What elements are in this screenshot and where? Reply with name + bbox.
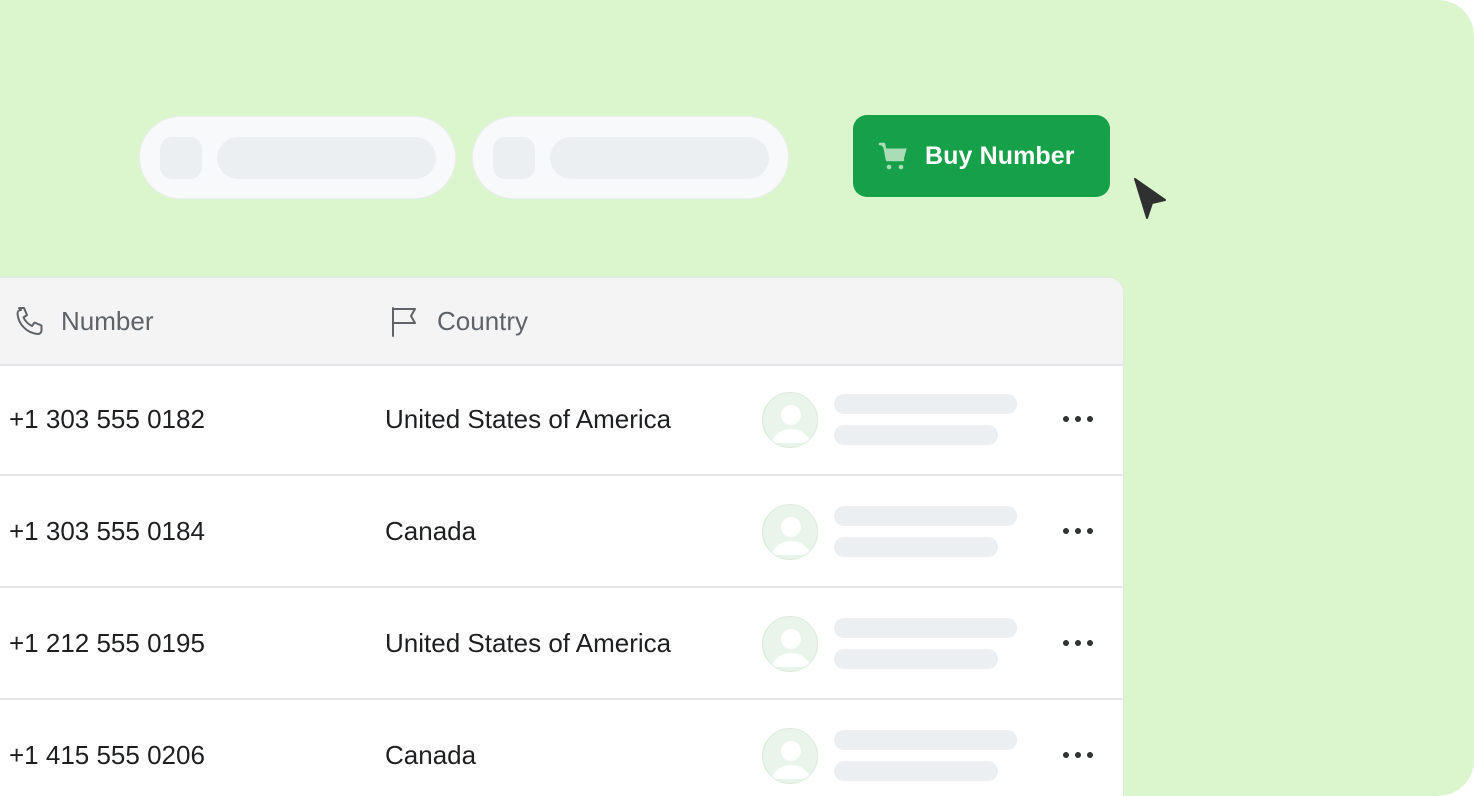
column-label: Number (61, 305, 154, 336)
assignee-name-placeholder (834, 506, 1017, 526)
table-row[interactable]: +1 303 555 0184 Canada (0, 476, 1123, 588)
filter-icon-placeholder (493, 137, 535, 179)
buy-number-label: Buy Number (925, 141, 1075, 170)
phone-number: +1 303 555 0182 (9, 403, 205, 434)
country: Canada (385, 739, 477, 770)
green-panel: Buy Number Number Country +1 303 555 018… (0, 0, 1474, 796)
filter-placeholder-1[interactable] (139, 116, 456, 199)
phone-number: +1 303 555 0184 (9, 515, 205, 546)
mouse-pointer-icon (1134, 178, 1166, 219)
filter-icon-placeholder (160, 137, 202, 179)
column-header-number[interactable]: Number (11, 278, 153, 364)
table-row[interactable]: +1 212 555 0195 United States of America (0, 588, 1123, 700)
avatar (762, 616, 818, 672)
assignee-name-placeholder (834, 730, 1017, 750)
table-row[interactable]: +1 415 555 0206 Canada (0, 700, 1123, 796)
avatar (762, 728, 818, 784)
assignee-detail-placeholder (834, 649, 998, 669)
user-icon (771, 517, 811, 555)
phone-icon (16, 307, 43, 335)
flag-icon (392, 307, 416, 337)
table-header: Number Country (0, 278, 1123, 366)
phone-number: +1 212 555 0195 (9, 627, 205, 658)
filter-placeholder-2[interactable] (472, 116, 789, 199)
more-options-icon[interactable] (1059, 516, 1097, 546)
avatar (762, 504, 818, 560)
buy-number-button[interactable]: Buy Number (853, 115, 1110, 197)
column-label: Country (437, 305, 529, 336)
numbers-table: Number Country +1 303 555 0182 United St… (0, 277, 1124, 796)
user-icon (771, 741, 811, 779)
assignee-name-placeholder (834, 618, 1017, 638)
user-icon (771, 405, 811, 443)
more-options-icon[interactable] (1059, 404, 1097, 434)
country: Canada (385, 515, 477, 546)
phone-number: +1 415 555 0206 (9, 739, 205, 770)
assignee-detail-placeholder (834, 761, 998, 781)
avatar (762, 392, 818, 448)
filter-label-placeholder (550, 137, 769, 179)
filter-label-placeholder (217, 137, 436, 179)
table-row[interactable]: +1 303 555 0182 United States of America (0, 364, 1123, 476)
country: United States of America (385, 627, 672, 658)
more-options-icon[interactable] (1059, 628, 1097, 658)
column-header-country[interactable]: Country (387, 278, 528, 364)
user-icon (771, 629, 811, 667)
cart-icon (878, 142, 907, 170)
assignee-name-placeholder (834, 394, 1017, 414)
more-options-icon[interactable] (1059, 740, 1097, 770)
country: United States of America (385, 403, 672, 434)
assignee-detail-placeholder (834, 537, 998, 557)
assignee-detail-placeholder (834, 425, 998, 445)
